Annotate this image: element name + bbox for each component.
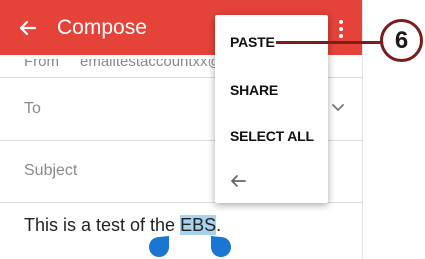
body-text[interactable]: This is a test of the EBS. bbox=[24, 215, 221, 236]
callout-number: 6 bbox=[394, 27, 409, 54]
selection-handle-left[interactable] bbox=[148, 236, 170, 258]
callout-badge: 6 bbox=[380, 19, 423, 62]
callout-line bbox=[276, 41, 382, 44]
body-editor[interactable]: This is a test of the EBS. bbox=[0, 203, 362, 259]
back-arrow-icon[interactable] bbox=[16, 17, 38, 39]
to-label: To bbox=[24, 100, 41, 117]
selection-handle-right[interactable] bbox=[210, 236, 232, 258]
more-vert-icon[interactable] bbox=[330, 18, 352, 40]
paste-menu-item[interactable]: PASTE bbox=[230, 34, 275, 50]
body-text-before: This is a test of the bbox=[24, 215, 181, 235]
share-menu-item[interactable]: SHARE bbox=[230, 82, 278, 98]
arrow-left-icon[interactable] bbox=[227, 170, 249, 192]
selected-text[interactable]: EBS bbox=[180, 215, 217, 235]
subject-input[interactable] bbox=[24, 162, 204, 180]
select-all-menu-item[interactable]: SELECT ALL bbox=[230, 128, 314, 144]
from-label: From bbox=[24, 53, 59, 70]
app-title: Compose bbox=[57, 16, 147, 39]
chevron-down-icon[interactable] bbox=[330, 100, 346, 116]
from-value[interactable]: emailtestaccountxx@ bbox=[80, 59, 223, 69]
body-text-after: . bbox=[216, 215, 222, 235]
